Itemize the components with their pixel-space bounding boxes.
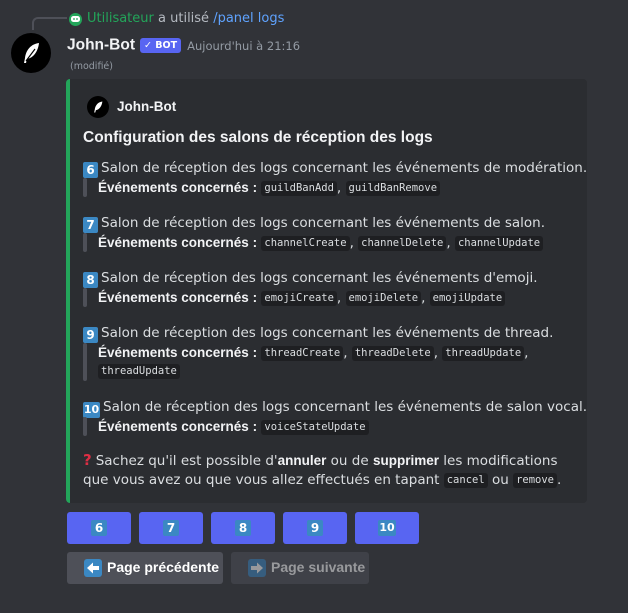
event-code: voiceStateUpdate bbox=[261, 419, 369, 435]
reply-text: Utilisateur a utilisé /panel logs bbox=[87, 11, 284, 26]
section-text: Salon de réception des logs concernant l… bbox=[101, 215, 546, 231]
event-code: threadCreate bbox=[261, 345, 344, 361]
log-section-emoji: 8 Salon de réception des logs concernant … bbox=[83, 269, 538, 307]
note-text: ou de bbox=[326, 453, 373, 469]
message-timestamp[interactable]: Aujourd'hui à 21:16 bbox=[187, 39, 300, 53]
events-label: Événements concernés : bbox=[98, 345, 258, 360]
keycap-8-icon: 8 bbox=[235, 520, 251, 536]
next-page-button[interactable]: Page suivante bbox=[231, 552, 369, 584]
log-section-channel: 7 Salon de réception des logs concernant … bbox=[83, 214, 545, 252]
embed: John-Bot Configuration des salons de réc… bbox=[66, 79, 587, 503]
events-label: Événements concernés : bbox=[98, 419, 258, 434]
right-arrow-icon bbox=[248, 559, 266, 577]
section-text: Salon de réception des logs concernant l… bbox=[101, 270, 538, 286]
button-7[interactable]: 7 bbox=[139, 512, 203, 544]
bot-badge: ✓ BOT bbox=[140, 38, 182, 53]
events-label: Événements concernés : bbox=[98, 180, 258, 195]
keycap-10-icon: 10 bbox=[378, 520, 396, 536]
keycap-9-icon: 9 bbox=[307, 520, 323, 536]
event-code: threadDelete bbox=[351, 345, 434, 361]
event-code: emojiCreate bbox=[261, 290, 337, 306]
message-author[interactable]: John-Bot bbox=[67, 37, 135, 54]
note-bold: annuler bbox=[277, 453, 327, 468]
event-code: emojiUpdate bbox=[429, 290, 506, 306]
log-section-thread: 9 Salon de réception des logs concernant … bbox=[83, 324, 553, 381]
previous-page-label: Page précédente bbox=[107, 559, 220, 575]
note-text: ou bbox=[487, 472, 514, 488]
reply-reference[interactable]: Utilisateur a utilisé /panel logs bbox=[0, 10, 628, 30]
log-section-voice: 10 Salon de réception des logs concernant… bbox=[83, 398, 587, 436]
event-code: channelDelete bbox=[358, 235, 447, 251]
events-quote: Événements concernés : channelCreate, ch… bbox=[83, 233, 545, 252]
next-page-label: Page suivante bbox=[271, 559, 366, 575]
keycap-9-icon: 9 bbox=[83, 327, 98, 343]
keycap-7-icon: 7 bbox=[83, 217, 98, 233]
events-label: Événements concernés : bbox=[98, 290, 258, 305]
button-6[interactable]: 6 bbox=[67, 512, 131, 544]
feather-icon bbox=[24, 43, 39, 63]
previous-page-button[interactable]: Page précédente bbox=[67, 552, 223, 584]
avatar[interactable] bbox=[11, 33, 51, 73]
button-8[interactable]: 8 bbox=[211, 512, 275, 544]
events-quote: Événements concernés : emojiCreate, emoj… bbox=[83, 288, 538, 307]
section-text: Salon de réception des logs concernant l… bbox=[101, 160, 588, 176]
keycap-8-icon: 8 bbox=[83, 272, 98, 288]
events-quote: Événements concernés : guildBanAdd, guil… bbox=[83, 178, 587, 197]
discord-logo-icon bbox=[69, 13, 82, 26]
embed-title: Configuration des salons de réception de… bbox=[83, 129, 433, 146]
note-text: . bbox=[557, 472, 562, 488]
section-text: Salon de réception des logs concernant l… bbox=[101, 325, 554, 341]
reply-username[interactable]: Utilisateur bbox=[87, 11, 154, 26]
button-9[interactable]: 9 bbox=[283, 512, 347, 544]
event-code: channelCreate bbox=[261, 235, 350, 251]
keycap-7-icon: 7 bbox=[163, 520, 179, 536]
event-code: guildBanRemove bbox=[345, 180, 441, 196]
events-label: Événements concernés : bbox=[98, 235, 258, 250]
reply-spine bbox=[32, 17, 67, 30]
note-bold: supprimer bbox=[372, 453, 439, 468]
feather-icon bbox=[87, 96, 109, 118]
events-quote: Événements concernés : voiceStateUpdate bbox=[83, 417, 587, 436]
embed-note: ? Sachez qu'il est possible d'annuler ou … bbox=[83, 451, 573, 490]
question-mark-icon: ? bbox=[83, 451, 92, 469]
note-code: remove bbox=[513, 472, 558, 488]
event-code: emojiDelete bbox=[345, 290, 422, 306]
log-section-moderation: 6 Salon de réception des logs concernant … bbox=[83, 159, 587, 197]
edited-label: (modifié) bbox=[70, 61, 113, 72]
event-code: channelUpdate bbox=[454, 235, 544, 251]
note-code: cancel bbox=[443, 472, 488, 488]
left-arrow-icon bbox=[84, 559, 102, 577]
event-code: threadUpdate bbox=[98, 363, 180, 379]
events-quote: Événements concernés : threadCreate, thr… bbox=[83, 343, 553, 381]
reply-command[interactable]: /panel logs bbox=[213, 11, 284, 26]
embed-author-name: John-Bot bbox=[117, 99, 177, 114]
button-10[interactable]: 10 bbox=[355, 512, 419, 544]
section-text: Salon de réception des logs concernant l… bbox=[103, 399, 588, 415]
note-text: Sachez qu'il est possible d' bbox=[95, 453, 278, 469]
event-code: threadUpdate bbox=[442, 345, 525, 361]
message-header: John-Bot ✓ BOT Aujourd'hui à 21:16 bbox=[67, 35, 300, 55]
keycap-10-icon: 10 bbox=[83, 402, 100, 418]
event-code: guildBanAdd bbox=[261, 180, 337, 196]
keycap-6-icon: 6 bbox=[83, 162, 98, 178]
reply-verb: a utilisé bbox=[158, 11, 210, 26]
keycap-6-icon: 6 bbox=[91, 520, 107, 536]
